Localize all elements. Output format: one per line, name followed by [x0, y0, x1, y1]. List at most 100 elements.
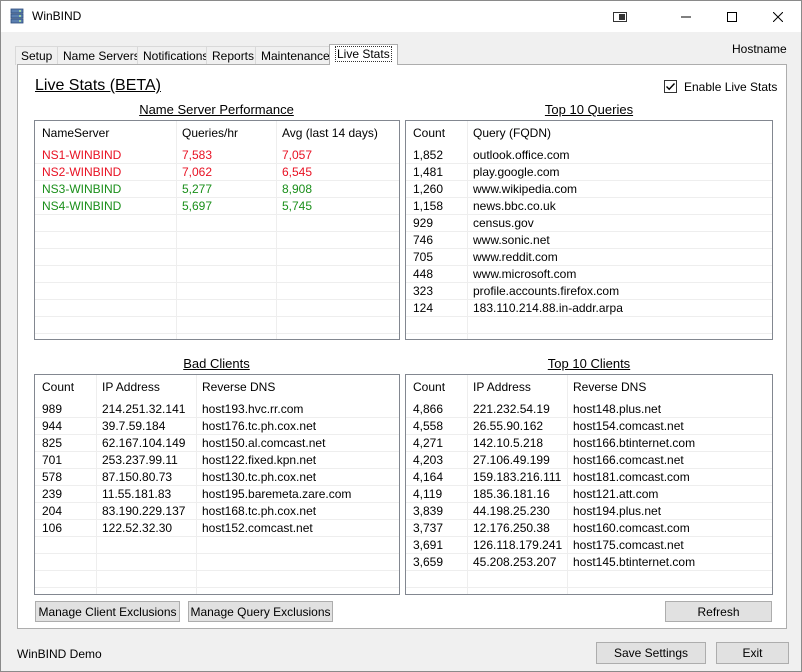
top-queries-title: Top 10 Queries	[544, 102, 634, 117]
table-cell: 7,057	[282, 148, 313, 162]
table-cell: 185.36.181.16	[473, 487, 550, 501]
grid-header: Count IP Address Reverse DNS	[35, 375, 399, 400]
row-divider	[35, 553, 399, 554]
name-server-performance-grid[interactable]: NameServer Queries/hr Avg (last 14 days)…	[34, 120, 400, 340]
table-cell: 39.7.59.184	[102, 419, 166, 433]
row-divider	[35, 316, 399, 317]
enable-live-stats-label: Enable Live Stats	[684, 80, 778, 94]
row-divider	[35, 265, 399, 266]
row-divider	[406, 570, 772, 571]
table-cell: host150.al.comcast.net	[202, 436, 326, 450]
table-cell: play.google.com	[473, 165, 560, 179]
maximize-button[interactable]	[709, 1, 755, 32]
table-cell: 45.208.253.207	[473, 555, 557, 569]
table-cell: host176.tc.ph.cox.net	[202, 419, 317, 433]
table-cell: host195.baremeta.zare.com	[202, 487, 352, 501]
column-header-query[interactable]: Query (FQDN)	[473, 126, 551, 140]
grid-header: Count IP Address Reverse DNS	[406, 375, 772, 400]
table-cell: host160.comcast.com	[573, 521, 690, 535]
manage-query-exclusions-button[interactable]: Manage Query Exclusions	[188, 601, 333, 622]
table-cell: 27.106.49.199	[473, 453, 550, 467]
column-divider	[196, 375, 197, 594]
row-divider	[35, 248, 399, 249]
bad-clients-grid[interactable]: Count IP Address Reverse DNS 989 214.251.…	[34, 374, 400, 595]
tab-maintenance[interactable]: Maintenance	[255, 46, 336, 65]
table-cell: 6,545	[282, 165, 313, 179]
table-cell: 3,691	[413, 538, 444, 552]
table-cell: 253.237.99.11	[102, 453, 178, 467]
tab-setup[interactable]: Setup	[15, 46, 59, 65]
column-header-count[interactable]: Count	[413, 380, 445, 394]
table-cell: host193.hvc.rr.com	[202, 402, 304, 416]
column-header-reverse-dns[interactable]: Reverse DNS	[573, 380, 646, 394]
table-cell: NS4-WINBIND	[42, 199, 122, 213]
tab-live-stats[interactable]: Live Stats	[329, 44, 398, 65]
tray-icon	[613, 11, 627, 22]
top-queries-grid[interactable]: Count Query (FQDN) 1,852 outlook.office.c…	[405, 120, 773, 340]
row-divider	[406, 536, 772, 537]
table-cell: 929	[413, 216, 434, 230]
table-cell: host194.plus.net	[573, 504, 662, 518]
tray-button[interactable]	[597, 1, 643, 32]
table-cell: 8,908	[282, 182, 313, 196]
tab-live-stats-label: Live Stats	[335, 46, 392, 62]
tab-reports[interactable]: Reports	[206, 46, 261, 65]
tab-name-servers[interactable]: Name Servers	[57, 46, 146, 65]
table-cell: NS1-WINBIND	[42, 148, 122, 162]
table-cell: host168.tc.ph.cox.net	[202, 504, 317, 518]
table-cell: 448	[413, 267, 434, 281]
column-header-count[interactable]: Count	[413, 126, 445, 140]
table-cell: host121.att.com	[573, 487, 659, 501]
row-divider	[406, 417, 772, 418]
table-cell: host175.comcast.net	[573, 538, 684, 552]
row-divider	[406, 282, 772, 283]
table-cell: 83.190.229.137	[102, 504, 186, 518]
column-header-count[interactable]: Count	[42, 380, 74, 394]
table-cell: host145.btinternet.com	[573, 555, 696, 569]
table-cell: 5,697	[182, 199, 213, 213]
table-cell: 221.232.54.19	[473, 402, 550, 416]
column-header-ip-address[interactable]: IP Address	[102, 380, 160, 394]
table-cell: 106	[42, 521, 63, 535]
table-cell: 746	[413, 233, 434, 247]
top-clients-title: Top 10 Clients	[547, 356, 631, 371]
table-cell: 1,852	[413, 148, 444, 162]
column-header-ip-address[interactable]: IP Address	[473, 380, 531, 394]
save-settings-button[interactable]: Save Settings	[596, 642, 706, 664]
close-button[interactable]	[755, 1, 801, 32]
row-divider	[406, 197, 772, 198]
table-cell: 44.198.25.230	[473, 504, 550, 518]
table-cell: 126.118.179.241	[473, 538, 563, 552]
table-cell: 26.55.90.162	[473, 419, 544, 433]
title-bar: WinBIND	[1, 1, 801, 32]
table-cell: 122.52.32.30	[102, 521, 173, 535]
table-cell: 11.55.181.83	[102, 487, 172, 501]
table-cell: 214.251.32.141	[102, 402, 186, 416]
table-cell: 323	[413, 284, 434, 298]
column-header-queries-hr[interactable]: Queries/hr	[182, 126, 238, 140]
table-cell: 4,203	[413, 453, 444, 467]
table-cell: 7,062	[182, 165, 213, 179]
column-header-nameserver[interactable]: NameServer	[42, 126, 109, 140]
row-divider	[35, 536, 399, 537]
row-divider	[35, 502, 399, 503]
top-clients-grid[interactable]: Count IP Address Reverse DNS 4,866 221.23…	[405, 374, 773, 595]
exit-button[interactable]: Exit	[716, 642, 789, 664]
manage-client-exclusions-button[interactable]: Manage Client Exclusions	[35, 601, 180, 622]
tab-notifications[interactable]: Notifications	[137, 46, 215, 65]
checkbox-box[interactable]	[664, 80, 677, 93]
minimize-button[interactable]	[663, 1, 709, 32]
row-divider	[406, 333, 772, 334]
row-divider	[406, 502, 772, 503]
hostname-label: Hostname	[732, 42, 787, 56]
table-cell: 7,583	[182, 148, 213, 162]
table-cell: 1,260	[413, 182, 444, 196]
refresh-button[interactable]: Refresh	[665, 601, 772, 622]
column-header-avg[interactable]: Avg (last 14 days)	[282, 126, 378, 140]
table-cell: 4,119	[413, 487, 443, 501]
table-cell: outlook.office.com	[473, 148, 570, 162]
table-cell: 4,164	[413, 470, 444, 484]
column-header-reverse-dns[interactable]: Reverse DNS	[202, 380, 275, 394]
row-divider	[406, 214, 772, 215]
maximize-icon	[727, 11, 737, 22]
